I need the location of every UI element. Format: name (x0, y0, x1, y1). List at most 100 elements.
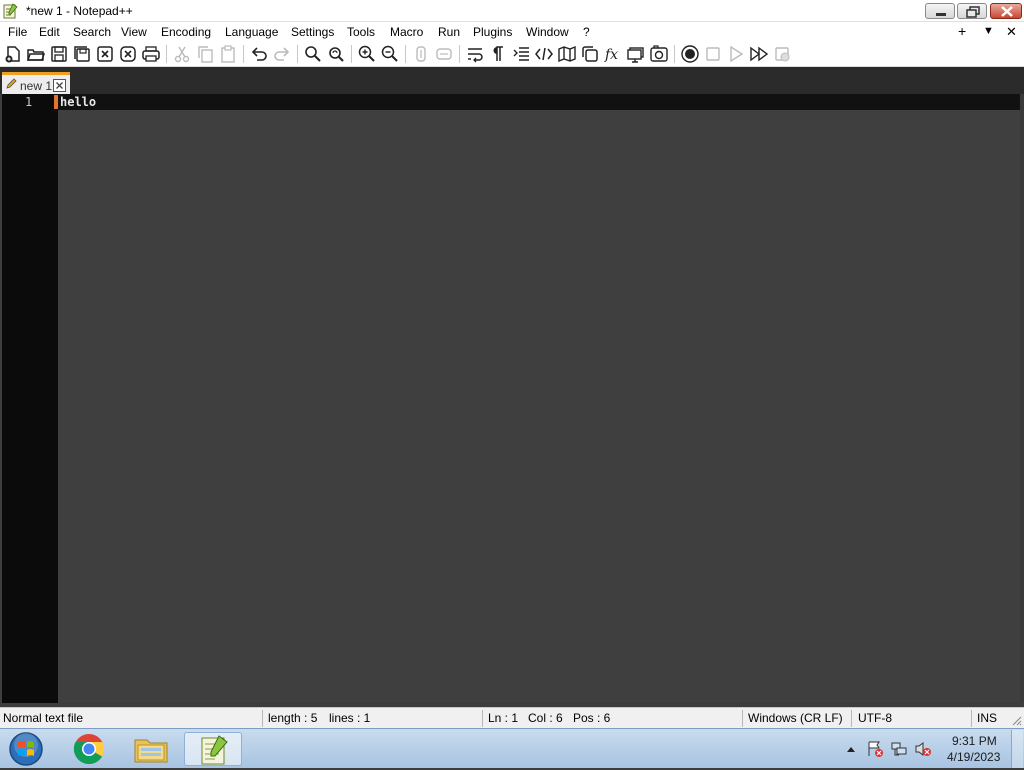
status-separator (851, 710, 852, 727)
resize-grip-icon[interactable] (1012, 716, 1022, 726)
find-icon[interactable] (303, 44, 323, 64)
editor-right-edge (1020, 94, 1024, 703)
current-line-highlight (58, 94, 1020, 110)
save-macro-icon[interactable] (772, 44, 792, 64)
indent-guide-icon[interactable] (511, 44, 531, 64)
open-file-icon[interactable] (26, 44, 46, 64)
sync-vertical-icon[interactable] (411, 44, 431, 64)
menu-encoding[interactable]: Encoding (161, 25, 211, 39)
monitor-icon[interactable] (626, 44, 646, 64)
menu-file[interactable]: File (8, 25, 27, 39)
editor-line-text[interactable]: hello (60, 95, 96, 109)
close-icon[interactable] (95, 44, 115, 64)
paste-icon[interactable] (218, 44, 238, 64)
toolbar-separator (674, 45, 675, 63)
notepad-plus-plus-icon (3, 3, 18, 19)
line-number: 1 (25, 95, 33, 109)
replace-icon[interactable] (326, 44, 346, 64)
pencil-icon (6, 78, 17, 89)
text-area[interactable] (60, 110, 1020, 703)
toolbar-separator (243, 45, 244, 63)
word-wrap-icon[interactable] (465, 44, 485, 64)
volume-muted-icon[interactable] (914, 740, 932, 758)
run-macro-multiple-icon[interactable] (749, 44, 769, 64)
close-icon (1001, 6, 1013, 17)
document-map-icon[interactable] (557, 44, 577, 64)
record-macro-icon[interactable] (680, 44, 700, 64)
status-insert-mode[interactable]: INS (977, 711, 997, 725)
status-encoding[interactable]: UTF-8 (858, 711, 892, 725)
toolbar-separator (405, 45, 406, 63)
menu-window[interactable]: Window (526, 25, 569, 39)
clock-date[interactable]: 4/19/2023 (947, 750, 1000, 764)
action-center-icon[interactable] (866, 740, 884, 758)
status-eol[interactable]: Windows (CR LF) (748, 711, 843, 725)
save-icon[interactable] (49, 44, 69, 64)
tab-close-button[interactable] (53, 79, 66, 92)
status-length: length : 5 (268, 711, 318, 725)
zoom-in-icon[interactable] (357, 44, 377, 64)
menu-run[interactable]: Run (438, 25, 460, 39)
title-bar: *new 1 - Notepad++ (0, 0, 1024, 22)
status-bar: Normal text file length : 5 lines : 1 Ln… (0, 707, 1024, 728)
taskbar-notepad-plus-plus[interactable] (184, 732, 242, 766)
new-tab-plus-button[interactable]: + (958, 23, 966, 39)
stop-macro-icon[interactable] (703, 44, 723, 64)
menu-search[interactable]: Search (73, 25, 111, 39)
file-explorer-icon[interactable] (126, 732, 176, 766)
minimize-button[interactable] (925, 3, 955, 19)
close-icon (56, 82, 63, 89)
status-separator (262, 710, 263, 727)
clock-time[interactable]: 9:31 PM (952, 734, 997, 748)
network-icon[interactable] (890, 740, 908, 758)
restore-button[interactable] (957, 3, 987, 19)
show-hidden-icons-icon[interactable] (846, 745, 856, 753)
show-all-chars-icon[interactable] (488, 44, 508, 64)
show-desktop-button[interactable] (1011, 730, 1023, 768)
sync-horizontal-icon[interactable] (434, 44, 454, 64)
notepad-plus-plus-icon (201, 735, 228, 765)
menu-help[interactable]: ? (583, 25, 590, 39)
close-all-icon[interactable] (118, 44, 138, 64)
menu-view[interactable]: View (121, 25, 147, 39)
taskbar: 9:31 PM 4/19/2023 (0, 728, 1024, 768)
toolbar-separator (166, 45, 167, 63)
menu-settings[interactable]: Settings (291, 25, 334, 39)
tab-bar: new 1 (0, 67, 1024, 94)
status-position: Pos : 6 (573, 711, 611, 725)
save-all-icon[interactable] (72, 44, 92, 64)
tab-label: new 1 (20, 79, 53, 93)
copy-icon[interactable] (195, 44, 215, 64)
clone-icon[interactable] (580, 44, 600, 64)
windows-start-icon[interactable] (6, 731, 46, 767)
chrome-icon[interactable] (64, 732, 114, 766)
line-number-gutter[interactable]: 1 (2, 94, 58, 703)
zoom-out-icon[interactable] (380, 44, 400, 64)
close-window-button[interactable] (990, 3, 1022, 19)
tab-list-dropdown-button[interactable]: ▼ (983, 25, 994, 37)
folder-workspace-icon[interactable] (649, 44, 669, 64)
toolbar: fx (0, 41, 1024, 67)
redo-icon[interactable] (272, 44, 292, 64)
close-document-button[interactable]: ✕ (1006, 24, 1017, 40)
status-lines: lines : 1 (329, 711, 371, 725)
print-icon[interactable] (141, 44, 161, 64)
toolbar-separator (351, 45, 352, 63)
minimize-icon (936, 13, 946, 16)
cut-icon[interactable] (172, 44, 192, 64)
menu-tools[interactable]: Tools (347, 25, 375, 39)
play-macro-icon[interactable] (726, 44, 746, 64)
status-separator (482, 710, 483, 727)
function-list-icon[interactable]: fx (603, 44, 623, 64)
xml-tag-icon[interactable] (534, 44, 554, 64)
new-file-icon[interactable] (3, 44, 23, 64)
change-marker (54, 95, 58, 109)
menu-edit[interactable]: Edit (39, 25, 60, 39)
tab-new-1[interactable]: new 1 (2, 72, 70, 94)
editor-area[interactable]: 1 hello (0, 94, 1024, 703)
status-file-type: Normal text file (3, 711, 84, 725)
menu-macro[interactable]: Macro (390, 25, 423, 39)
menu-language[interactable]: Language (225, 25, 278, 39)
undo-icon[interactable] (249, 44, 269, 64)
menu-plugins[interactable]: Plugins (473, 25, 512, 39)
